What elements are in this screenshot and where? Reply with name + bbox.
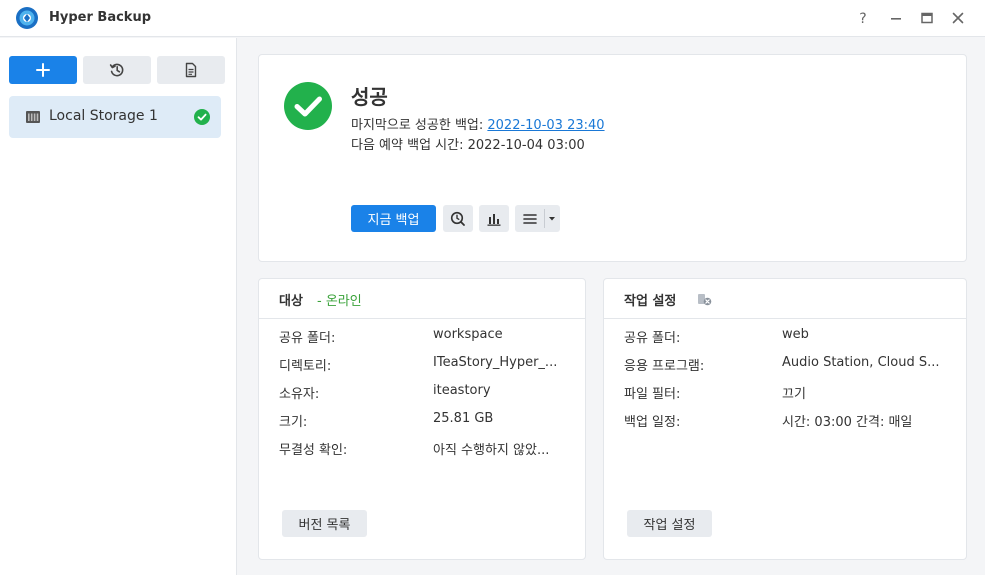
row-value: Audio Station, Cloud S... <box>782 355 940 370</box>
task-card-header: 작업 설정 <box>604 279 966 319</box>
search-clock-icon <box>450 211 465 226</box>
task-row: 백업 일정: 시간: 03:00 간격: 매일 <box>624 411 959 431</box>
task-settings-card: 작업 설정 공유 폴더: web 응용 프로그램: Audio Station,… <box>603 278 967 560</box>
last-success-label: 마지막으로 성공한 백업: <box>351 118 484 133</box>
row-label: 공유 폴더: <box>624 331 681 346</box>
sidebar-item-local-storage-1[interactable]: Local Storage 1 <box>9 96 221 138</box>
row-value: 아직 수행하지 않았... <box>433 443 550 458</box>
more-actions-menu-button[interactable] <box>515 205 560 232</box>
target-row: 소유자: iteastory <box>279 383 569 403</box>
row-label: 소유자: <box>279 387 320 402</box>
title-bar: Hyper Backup ? <box>0 0 985 37</box>
bar-chart-icon <box>487 213 501 226</box>
last-success-link[interactable]: 2022-10-03 23:40 <box>487 118 604 133</box>
target-title: 대상 <box>279 294 303 309</box>
task-settings-button[interactable]: 작업 설정 <box>627 510 712 537</box>
row-label: 백업 일정: <box>624 415 681 430</box>
check-circle-icon <box>194 109 210 125</box>
document-icon <box>185 62 197 78</box>
add-task-button[interactable] <box>9 56 77 84</box>
backup-status-card: 성공 마지막으로 성공한 백업: 2022-10-03 23:40 다음 예약 … <box>258 54 967 262</box>
row-label: 파일 필터: <box>624 387 681 402</box>
row-value: ITeaStory_Hyper_... <box>433 355 558 370</box>
row-label: 무결성 확인: <box>279 443 348 458</box>
row-value: web <box>782 327 809 342</box>
target-row: 크기: 25.81 GB <box>279 411 569 431</box>
status-title: 성공 <box>351 85 388 109</box>
target-card-header: 대상 - 온라인 <box>259 279 585 319</box>
close-button[interactable] <box>949 9 967 27</box>
svg-text:?: ? <box>859 11 866 27</box>
task-row: 응용 프로그램: Audio Station, Cloud S... <box>624 355 959 375</box>
help-icon: ? <box>859 11 866 27</box>
task-title: 작업 설정 <box>624 294 677 309</box>
restore-button[interactable] <box>83 56 151 84</box>
minimize-icon <box>891 18 901 20</box>
storage-icon <box>26 111 40 123</box>
app-title: Hyper Backup <box>49 10 152 25</box>
maximize-button[interactable] <box>918 9 936 27</box>
caret-down-icon <box>549 217 555 221</box>
task-row: 파일 필터: 끄기 <box>624 383 959 403</box>
target-row: 무결성 확인: 아직 수행하지 않았... <box>279 439 569 459</box>
last-success-line: 마지막으로 성공한 백업: 2022-10-03 23:40 <box>351 114 605 133</box>
help-button[interactable]: ? <box>854 9 872 27</box>
menu-icon <box>523 213 537 224</box>
task-row: 공유 폴더: web <box>624 327 959 347</box>
target-card: 대상 - 온라인 공유 폴더: workspace 디렉토리: ITeaStor… <box>258 278 586 560</box>
next-schedule-value: 2022-10-04 03:00 <box>467 138 585 153</box>
close-icon <box>952 12 964 24</box>
storage-label: Local Storage 1 <box>49 108 158 124</box>
version-list-button[interactable]: 버전 목록 <box>282 510 367 537</box>
maximize-icon <box>921 12 933 24</box>
online-status-text: - 온라인 <box>317 294 362 309</box>
row-value: iteastory <box>433 383 491 398</box>
backup-now-button[interactable]: 지금 백업 <box>351 205 436 232</box>
plus-icon <box>36 63 50 77</box>
row-label: 응용 프로그램: <box>624 359 705 374</box>
log-button[interactable] <box>157 56 225 84</box>
row-value: 시간: 03:00 간격: 매일 <box>782 415 913 430</box>
target-row: 디렉토리: ITeaStory_Hyper_... <box>279 355 569 375</box>
next-schedule-line: 다음 예약 백업 시간: 2022-10-04 03:00 <box>351 134 585 153</box>
target-row: 공유 폴더: workspace <box>279 327 569 347</box>
next-schedule-label: 다음 예약 백업 시간: <box>351 138 464 153</box>
row-label: 공유 폴더: <box>279 331 336 346</box>
statistics-button[interactable] <box>479 205 509 232</box>
integrity-check-button[interactable] <box>443 205 473 232</box>
success-check-icon <box>284 82 332 130</box>
sidebar: Local Storage 1 <box>0 38 237 575</box>
split-divider <box>544 209 545 228</box>
row-label: 디렉토리: <box>279 359 332 374</box>
history-icon <box>109 63 124 77</box>
row-value: 끄기 <box>782 387 806 402</box>
row-value: workspace <box>433 327 503 342</box>
minimize-button[interactable] <box>887 9 905 27</box>
row-label: 크기: <box>279 415 308 430</box>
hyper-backup-logo-icon <box>16 7 38 29</box>
task-settings-icon <box>698 294 712 306</box>
row-value: 25.81 GB <box>433 411 494 426</box>
